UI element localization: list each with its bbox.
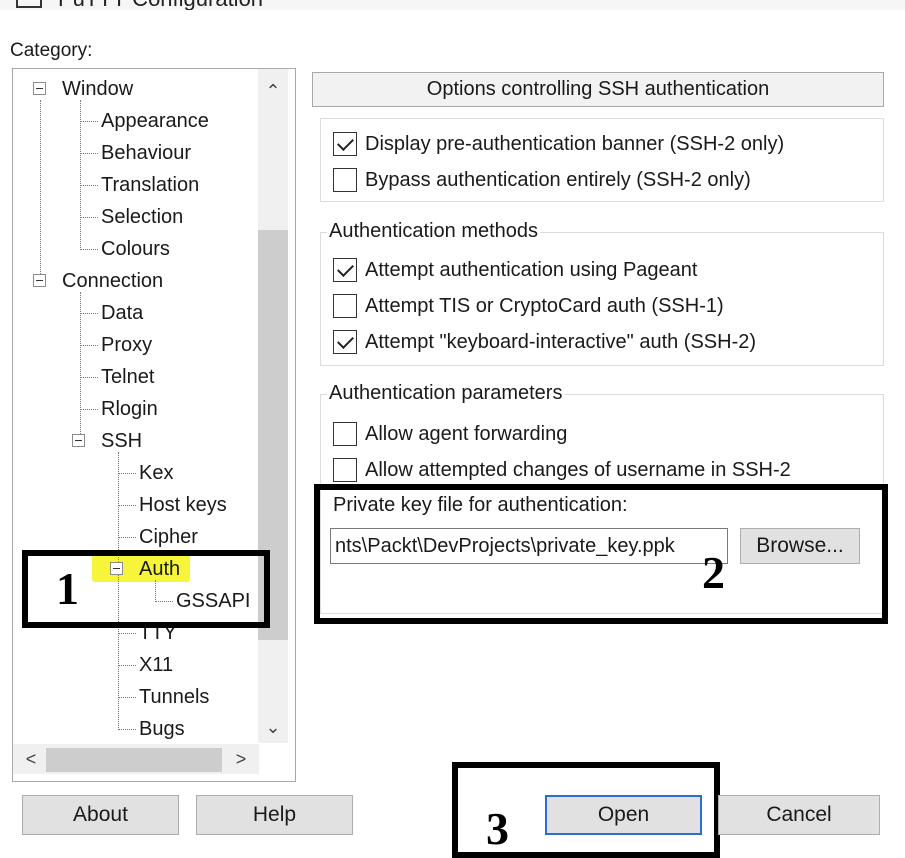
connection-collapse-toggle[interactable]	[33, 274, 46, 287]
tree-item-selection[interactable]: Selection	[101, 205, 183, 229]
annotation-number-1: 1	[56, 563, 79, 614]
tis-cryptocard-label: Attempt TIS or CryptoCard auth (SSH-1)	[365, 294, 724, 317]
open-button[interactable]: Open	[545, 795, 702, 835]
tree-item-rlogin[interactable]: Rlogin	[101, 397, 158, 421]
tree-item-x11[interactable]: X11	[139, 653, 173, 677]
annotation-number-3: 3	[486, 803, 509, 854]
display-banner-label: Display pre-authentication banner (SSH-2…	[365, 132, 785, 155]
window-collapse-toggle[interactable]	[33, 82, 46, 95]
tree-item-tunnels[interactable]: Tunnels	[139, 685, 209, 709]
annotation-number-2: 2	[702, 547, 725, 598]
category-label: Category:	[10, 40, 93, 61]
bypass-auth-label: Bypass authentication entirely (SSH-2 on…	[365, 168, 751, 191]
checkbox-checked-icon	[333, 132, 357, 156]
tree-item-data[interactable]: Data	[101, 301, 143, 325]
window-title: PuTTY Configuration	[58, 0, 263, 10]
username-change-checkbox[interactable]: Allow attempted changes of username in S…	[333, 458, 791, 482]
tree-item-bugs[interactable]: Bugs	[139, 717, 185, 741]
tree-item-behaviour[interactable]: Behaviour	[101, 141, 191, 165]
display-banner-checkbox[interactable]: Display pre-authentication banner (SSH-2…	[333, 132, 784, 156]
scroll-down-icon[interactable]: ⌄	[258, 712, 288, 742]
tree-item-host-keys[interactable]: Host keys	[139, 493, 227, 517]
checkbox-unchecked-icon	[333, 168, 357, 192]
help-button[interactable]: Help	[196, 795, 353, 835]
title-bar: PuTTY Configuration	[0, 0, 905, 10]
tree-item-connection[interactable]: Connection	[62, 269, 163, 293]
tree-item-telnet[interactable]: Telnet	[101, 365, 154, 389]
tree-item-ssh[interactable]: SSH	[101, 429, 142, 453]
ssh-collapse-toggle[interactable]	[72, 434, 85, 447]
scroll-up-icon[interactable]: ⌃	[258, 76, 288, 106]
options-header: Options controlling SSH authentication	[312, 72, 884, 107]
tree-item-proxy[interactable]: Proxy	[101, 333, 152, 357]
checkbox-unchecked-icon	[333, 422, 357, 446]
agent-forwarding-checkbox[interactable]: Allow agent forwarding	[333, 422, 567, 446]
auth-params-title: Authentication parameters	[327, 382, 565, 405]
tree-item-kex[interactable]: Kex	[139, 461, 173, 485]
keyboard-interactive-label: Attempt "keyboard-interactive" auth (SSH…	[365, 330, 757, 353]
checkbox-checked-icon	[333, 330, 357, 354]
auth-methods-title: Authentication methods	[327, 220, 541, 243]
putty-app-icon	[16, 0, 42, 8]
pageant-checkbox[interactable]: Attempt authentication using Pageant	[333, 258, 697, 282]
checkbox-unchecked-icon	[333, 294, 357, 318]
tree-item-appearance[interactable]: Appearance	[101, 109, 209, 133]
scroll-left-icon[interactable]: <	[16, 744, 46, 774]
tis-cryptocard-checkbox[interactable]: Attempt TIS or CryptoCard auth (SSH-1)	[333, 294, 724, 318]
annotation-box-2	[314, 484, 888, 624]
tree-item-window[interactable]: Window	[62, 77, 133, 101]
tree-horizontal-scroll-thumb[interactable]	[46, 748, 222, 772]
pageant-label: Attempt authentication using Pageant	[365, 258, 698, 281]
tree-item-colours[interactable]: Colours	[101, 237, 170, 261]
cancel-button[interactable]: Cancel	[718, 795, 880, 835]
tree-item-translation[interactable]: Translation	[101, 173, 199, 197]
checkbox-unchecked-icon	[333, 458, 357, 482]
checkbox-checked-icon	[333, 258, 357, 282]
agent-forwarding-label: Allow agent forwarding	[365, 422, 568, 445]
keyboard-interactive-checkbox[interactable]: Attempt "keyboard-interactive" auth (SSH…	[333, 330, 756, 354]
bypass-auth-checkbox[interactable]: Bypass authentication entirely (SSH-2 on…	[333, 168, 751, 192]
tree-item-cipher[interactable]: Cipher	[139, 525, 198, 549]
username-change-label: Allow attempted changes of username in S…	[365, 458, 791, 481]
about-button[interactable]: About	[22, 795, 179, 835]
scroll-right-icon[interactable]: >	[226, 744, 256, 774]
